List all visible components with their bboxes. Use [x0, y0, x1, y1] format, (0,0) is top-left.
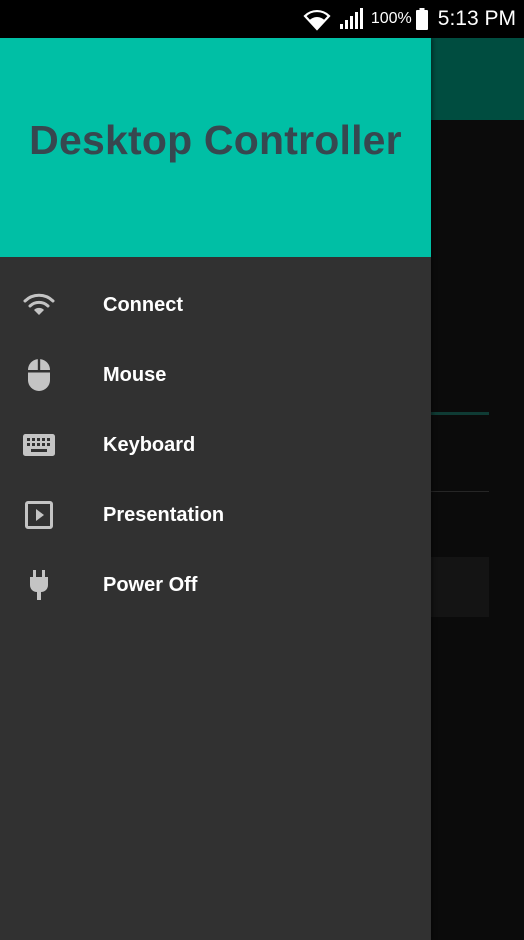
status-clock: 5:13 PM: [437, 7, 516, 30]
screen: 100% 5:13 PM Desktop Controller Connect …: [0, 0, 524, 940]
background-divider: [431, 412, 489, 415]
drawer-header: Desktop Controller: [0, 38, 431, 257]
background-card: [431, 557, 489, 617]
drawer-menu: Connect Mouse Keyboard Presentation Powe…: [0, 257, 431, 620]
menu-label-presentation: Presentation: [103, 503, 225, 526]
keyboard-icon: [0, 434, 78, 456]
menu-label-keyboard: Keyboard: [103, 433, 196, 456]
drawer-title: Desktop Controller: [29, 117, 402, 163]
menu-item-power-off[interactable]: Power Off: [0, 550, 431, 620]
play-icon: [0, 501, 78, 529]
wifi-icon: [0, 292, 78, 318]
battery-percent: 100%: [370, 10, 412, 27]
menu-item-mouse[interactable]: Mouse: [0, 340, 431, 410]
background-divider: [431, 491, 489, 492]
menu-label-power-off: Power Off: [103, 573, 198, 596]
menu-label-mouse: Mouse: [103, 363, 167, 386]
signal-icon: [339, 8, 363, 30]
menu-label-connect: Connect: [103, 293, 183, 316]
battery-icon: [415, 8, 428, 30]
menu-item-presentation[interactable]: Presentation: [0, 480, 431, 550]
status-bar: 100% 5:13 PM: [0, 0, 524, 38]
mouse-icon: [0, 358, 78, 392]
menu-item-connect[interactable]: Connect: [0, 270, 431, 340]
wifi-status-icon: [303, 7, 331, 31]
menu-item-keyboard[interactable]: Keyboard: [0, 410, 431, 480]
navigation-drawer: Desktop Controller Connect Mouse Keyboar…: [0, 38, 431, 940]
plug-icon: [0, 570, 78, 600]
